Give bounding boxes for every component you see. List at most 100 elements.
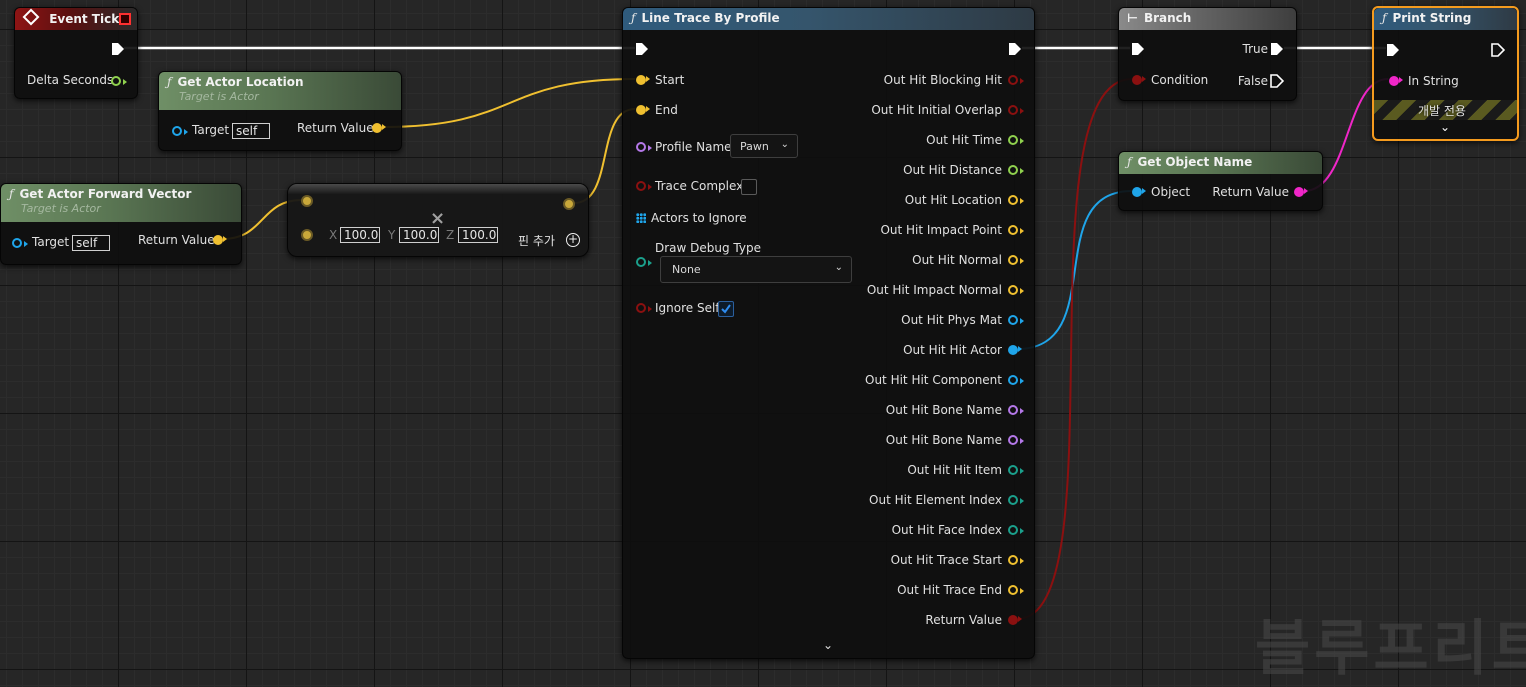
event-tick-title: Event Tick bbox=[49, 12, 120, 26]
trace-output-pin[interactable] bbox=[1008, 285, 1024, 295]
multiply-x-field[interactable]: 100.0 bbox=[340, 227, 380, 243]
trace-output-pin[interactable] bbox=[1008, 405, 1024, 415]
branch-true-label: True bbox=[1242, 42, 1269, 56]
get-actor-forward-vector-node[interactable]: ƒ Get Actor Forward Vector Target is Acto… bbox=[0, 183, 242, 265]
in-string-pin[interactable] bbox=[1389, 76, 1403, 86]
multiply-output-pin[interactable] bbox=[563, 198, 575, 210]
trace-complex-pin[interactable] bbox=[636, 181, 652, 191]
trace-output-pin[interactable] bbox=[1008, 525, 1024, 535]
in-string-label: In String bbox=[1408, 74, 1459, 88]
multiply-vector-node[interactable]: × X 100.0 Y 100.0 Z 100.0 핀 추가 + bbox=[287, 183, 589, 257]
function-icon: ƒ bbox=[167, 75, 172, 89]
trace-output-label: Out Hit Phys Mat bbox=[901, 313, 1002, 327]
ignore-self-pin[interactable] bbox=[636, 303, 652, 313]
trace-output-pin[interactable] bbox=[1008, 105, 1024, 115]
trace-output-pin[interactable] bbox=[1008, 465, 1024, 475]
line-trace-by-profile-node[interactable]: ƒ Line Trace By Profile Start End Profile… bbox=[622, 7, 1035, 659]
branch-false-pin[interactable] bbox=[1270, 74, 1284, 88]
actor-location-target-field[interactable]: self bbox=[232, 123, 270, 139]
trace-output-pin[interactable] bbox=[1008, 345, 1022, 355]
trace-output-pin[interactable] bbox=[1008, 435, 1024, 445]
trace-output-pin[interactable] bbox=[1008, 165, 1024, 175]
trace-output-pin[interactable] bbox=[1008, 195, 1024, 205]
trace-output-pin[interactable] bbox=[1008, 495, 1024, 505]
print-string-node[interactable]: ƒ Print String In String 개발 전용 ⌄ bbox=[1372, 6, 1519, 141]
event-tick-node[interactable]: Event Tick Delta Seconds bbox=[14, 7, 138, 99]
trace-output-label: Out Hit Normal bbox=[912, 253, 1002, 267]
get-object-name-node[interactable]: ƒ Get Object Name Object Return Value bbox=[1118, 151, 1323, 211]
trace-output-pin[interactable] bbox=[1008, 585, 1024, 595]
multiply-z-field[interactable]: 100.0 bbox=[458, 227, 498, 243]
expand-chevron-icon[interactable]: ⌄ bbox=[823, 638, 833, 652]
draw-debug-type-dropdown[interactable]: None ⌄ bbox=[660, 256, 852, 283]
branch-header[interactable]: ⊢ Branch bbox=[1119, 8, 1296, 30]
trace-output-label: Out Hit Hit Component bbox=[865, 373, 1002, 387]
end-pin[interactable] bbox=[636, 105, 650, 115]
start-label: Start bbox=[655, 73, 685, 87]
draw-debug-type-value: None bbox=[672, 263, 701, 276]
profile-name-pin[interactable] bbox=[636, 142, 652, 152]
actor-location-return-pin[interactable] bbox=[372, 123, 386, 133]
multiply-close-icon[interactable]: × bbox=[430, 208, 445, 229]
object-input-label: Object bbox=[1151, 185, 1191, 199]
print-string-exec-out-pin[interactable] bbox=[1491, 43, 1505, 57]
multiply-input-b-pin[interactable] bbox=[301, 229, 313, 241]
trace-output-label: Out Hit Hit Item bbox=[907, 463, 1002, 477]
end-label: End bbox=[655, 103, 678, 117]
trace-output-pin[interactable] bbox=[1008, 255, 1024, 265]
trace-output-pin[interactable] bbox=[1008, 75, 1024, 85]
trace-output-label: Out Hit Face Index bbox=[891, 523, 1002, 537]
delta-seconds-label: Delta Seconds bbox=[27, 73, 114, 87]
trace-output-label: Out Hit Blocking Hit bbox=[883, 73, 1002, 87]
start-pin[interactable] bbox=[636, 75, 650, 85]
print-string-exec-in-pin[interactable] bbox=[1386, 43, 1400, 57]
get-forward-vector-header[interactable]: ƒ Get Actor Forward Vector Target is Acto… bbox=[1, 184, 241, 222]
profile-name-value: Pawn bbox=[740, 140, 769, 153]
get-actor-location-header[interactable]: ƒ Get Actor Location Target is Actor bbox=[159, 72, 401, 110]
profile-name-dropdown[interactable]: Pawn ⌄ bbox=[730, 134, 798, 158]
add-pin-label[interactable]: 핀 추가 bbox=[518, 232, 555, 249]
forward-vector-return-pin[interactable] bbox=[213, 235, 227, 245]
get-actor-location-node[interactable]: ƒ Get Actor Location Target is Actor Targ… bbox=[158, 71, 402, 151]
object-input-pin[interactable] bbox=[1132, 187, 1146, 197]
branch-icon: ⊢ bbox=[1127, 11, 1138, 25]
delta-seconds-pin[interactable] bbox=[111, 76, 127, 86]
trace-output-label: Out Hit Hit Actor bbox=[903, 343, 1002, 357]
chevron-down-icon: ⌄ bbox=[834, 262, 843, 273]
trace-output-pin[interactable] bbox=[1008, 555, 1024, 565]
trace-output-pin[interactable] bbox=[1008, 375, 1024, 385]
branch-exec-in-pin[interactable] bbox=[1131, 42, 1145, 56]
trace-output-label: Out Hit Location bbox=[904, 193, 1002, 207]
function-icon: ƒ bbox=[631, 11, 636, 25]
ignore-self-checkbox[interactable] bbox=[718, 301, 734, 317]
trace-output-label: Out Hit Bone Name bbox=[885, 403, 1002, 417]
branch-condition-pin[interactable] bbox=[1132, 75, 1146, 85]
forward-vector-target-pin[interactable] bbox=[12, 238, 28, 248]
actor-location-return-label: Return Value bbox=[297, 121, 374, 135]
trace-output-pin[interactable] bbox=[1008, 135, 1024, 145]
actor-location-target-label: Target bbox=[192, 123, 230, 137]
draw-debug-type-pin[interactable] bbox=[636, 257, 652, 267]
branch-true-pin[interactable] bbox=[1270, 42, 1284, 56]
multiply-y-field[interactable]: 100.0 bbox=[399, 227, 439, 243]
line-trace-exec-out-pin[interactable] bbox=[1008, 42, 1022, 56]
trace-complex-checkbox[interactable] bbox=[741, 179, 757, 195]
branch-node[interactable]: ⊢ Branch True Condition False bbox=[1118, 7, 1297, 101]
add-pin-icon[interactable]: + bbox=[566, 233, 580, 247]
get-object-name-header[interactable]: ƒ Get Object Name bbox=[1119, 152, 1322, 174]
print-string-header[interactable]: ƒ Print String bbox=[1374, 8, 1517, 30]
line-trace-exec-in-pin[interactable] bbox=[635, 42, 649, 56]
array-grid-icon bbox=[636, 213, 646, 223]
object-name-return-pin[interactable] bbox=[1294, 187, 1308, 197]
multiply-input-a-pin[interactable] bbox=[301, 195, 313, 207]
expand-chevron-icon[interactable]: ⌄ bbox=[1440, 120, 1450, 134]
forward-vector-target-field[interactable]: self bbox=[72, 235, 110, 251]
actor-location-target-pin[interactable] bbox=[172, 126, 188, 136]
blueprint-watermark: 블루프리트 bbox=[1255, 614, 1526, 684]
trace-output-pin[interactable] bbox=[1008, 615, 1022, 625]
event-tick-header[interactable]: Event Tick bbox=[15, 8, 137, 30]
line-trace-header[interactable]: ƒ Line Trace By Profile bbox=[623, 8, 1034, 30]
trace-output-pin[interactable] bbox=[1008, 225, 1024, 235]
trace-output-pin[interactable] bbox=[1008, 315, 1024, 325]
event-tick-exec-out-pin[interactable] bbox=[111, 42, 125, 56]
